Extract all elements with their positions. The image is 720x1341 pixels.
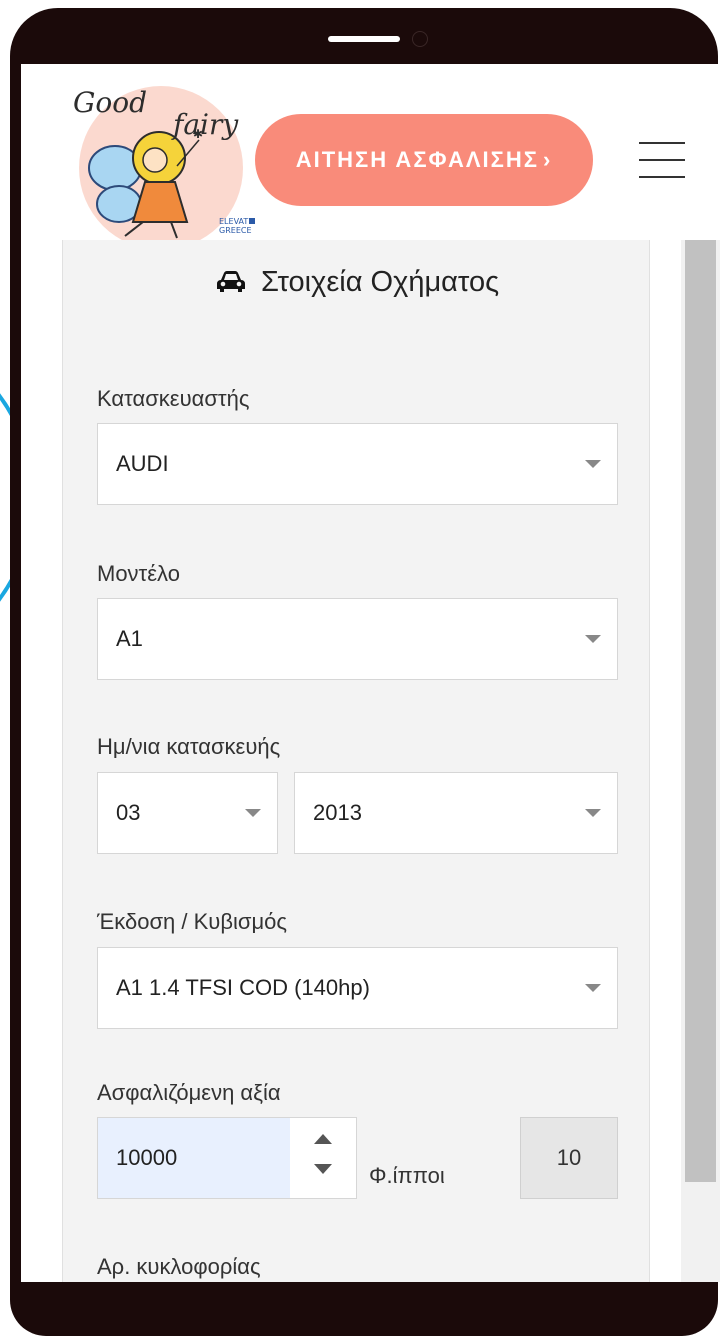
manufacturer-label: Κατασκευαστής — [97, 386, 250, 411]
cta-label: ΑΙΤΗΣΗ ΑΣΦΑΛΙΣΗΣ — [295, 147, 539, 172]
build-month-value: 03 — [116, 800, 141, 825]
menu-icon[interactable] — [639, 140, 685, 180]
build-year-select[interactable]: 2013 — [294, 772, 618, 854]
phone-speaker — [328, 36, 400, 42]
section-title-text: Στοιχεία Οχήματος — [260, 266, 500, 298]
insured-value-input[interactable]: 10000 — [97, 1117, 357, 1199]
svg-text:Good: Good — [73, 86, 147, 119]
insurance-application-button[interactable]: ΑΙΤΗΣΗ ΑΣΦΑΛΙΣΗΣ › — [255, 114, 593, 206]
manufacturer-select[interactable]: AUDI — [97, 423, 618, 505]
manufacturer-value: AUDI — [116, 451, 169, 476]
page-canvas: ✱ Good fairy ELEVATE GREECE ΑΙΤΗΣΗ ΑΣΦΑΛ… — [0, 0, 720, 1341]
scrollbar[interactable] — [681, 240, 720, 1282]
model-value: A1 — [116, 626, 143, 651]
svg-text:ELEVATE: ELEVATE — [219, 217, 253, 226]
fiscal-hp-value: 10 — [520, 1117, 618, 1199]
chevron-down-icon — [585, 809, 601, 817]
version-select[interactable]: A1 1.4 TFSI COD (140hp) — [97, 947, 618, 1029]
model-label: Μοντέλο — [97, 561, 180, 586]
model-select[interactable]: A1 — [97, 598, 618, 680]
decrement-icon[interactable] — [314, 1164, 332, 1174]
svg-text:fairy: fairy — [171, 108, 239, 141]
section-title: Στοιχεία Οχήματος — [63, 266, 651, 299]
chevron-down-icon — [585, 984, 601, 992]
chevron-down-icon — [245, 809, 261, 817]
plate-label: Αρ. κυκλοφορίας — [97, 1254, 261, 1279]
build-date-label: Ημ/νια κατασκευής — [97, 734, 281, 759]
phone-screen: ✱ Good fairy ELEVATE GREECE ΑΙΤΗΣΗ ΑΣΦΑΛ… — [21, 64, 720, 1282]
fiscal-hp-label: Φ.ίπποι — [369, 1163, 445, 1188]
insured-value-text[interactable]: 10000 — [98, 1118, 290, 1198]
version-label: Έκδοση / Κυβισμός — [97, 909, 287, 934]
number-spinner — [290, 1118, 356, 1198]
version-value: A1 1.4 TFSI COD (140hp) — [116, 975, 370, 1000]
vehicle-form-panel: Στοιχεία Οχήματος Κατασκευαστής AUDI Μον… — [62, 240, 650, 1282]
chevron-down-icon — [585, 460, 601, 468]
svg-text:GREECE: GREECE — [219, 226, 252, 235]
car-icon — [216, 271, 245, 292]
increment-icon[interactable] — [314, 1134, 332, 1144]
chevron-down-icon — [585, 635, 601, 643]
chevron-right-icon: › — [542, 147, 553, 172]
phone-camera — [412, 31, 428, 47]
insured-value-label: Ασφαλιζόμενη αξία — [97, 1080, 281, 1105]
site-header: ✱ Good fairy ELEVATE GREECE ΑΙΤΗΣΗ ΑΣΦΑΛ… — [21, 64, 720, 248]
scrollbar-thumb[interactable] — [685, 240, 716, 1182]
build-month-select[interactable]: 03 — [97, 772, 278, 854]
build-year-value: 2013 — [313, 800, 362, 825]
